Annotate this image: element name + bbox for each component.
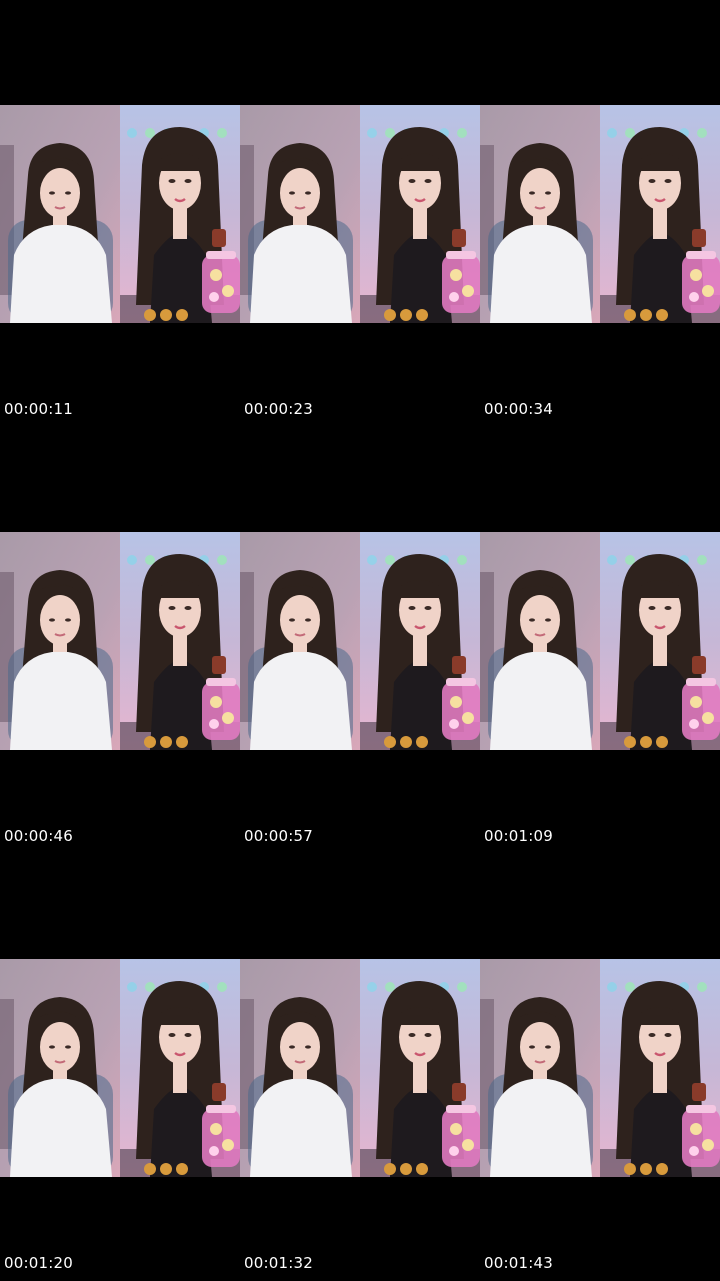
left-stream-view [480, 959, 600, 1177]
left-stream-view [240, 959, 360, 1177]
timestamp-label: 00:00:11 [4, 400, 73, 418]
left-stream-view [240, 532, 360, 750]
timestamp-label: 00:00:23 [244, 400, 313, 418]
right-stream-view [600, 532, 720, 750]
right-stream-view [360, 105, 480, 323]
thumbnail-8 [240, 959, 480, 1177]
left-stream-view [240, 105, 360, 323]
right-stream-view [600, 105, 720, 323]
contact-sheet: 00:00:11 00:00:23 00:00:34 00:00:46 00:0… [0, 0, 720, 1281]
thumbnail-5 [240, 532, 480, 750]
right-stream-view [360, 959, 480, 1177]
timestamp-label: 00:01:43 [484, 1254, 553, 1272]
left-stream-view [480, 105, 600, 323]
right-stream-view [360, 532, 480, 750]
thumbnail-9 [480, 959, 720, 1177]
timestamp-label: 00:00:57 [244, 827, 313, 845]
left-stream-view [0, 532, 120, 750]
left-stream-view [0, 105, 120, 323]
left-stream-view [0, 959, 120, 1177]
right-stream-view [120, 959, 240, 1177]
timestamp-label: 00:01:20 [4, 1254, 73, 1272]
thumbnail-2 [240, 105, 480, 323]
timestamp-label: 00:01:09 [484, 827, 553, 845]
thumbnail-7 [0, 959, 240, 1177]
left-stream-view [480, 532, 600, 750]
timestamp-label: 00:00:46 [4, 827, 73, 845]
timestamp-label: 00:00:34 [484, 400, 553, 418]
thumbnail-1 [0, 105, 240, 323]
thumbnail-3 [480, 105, 720, 323]
thumbnail-6 [480, 532, 720, 750]
right-stream-view [120, 532, 240, 750]
thumbnail-4 [0, 532, 240, 750]
right-stream-view [120, 105, 240, 323]
right-stream-view [600, 959, 720, 1177]
timestamp-label: 00:01:32 [244, 1254, 313, 1272]
